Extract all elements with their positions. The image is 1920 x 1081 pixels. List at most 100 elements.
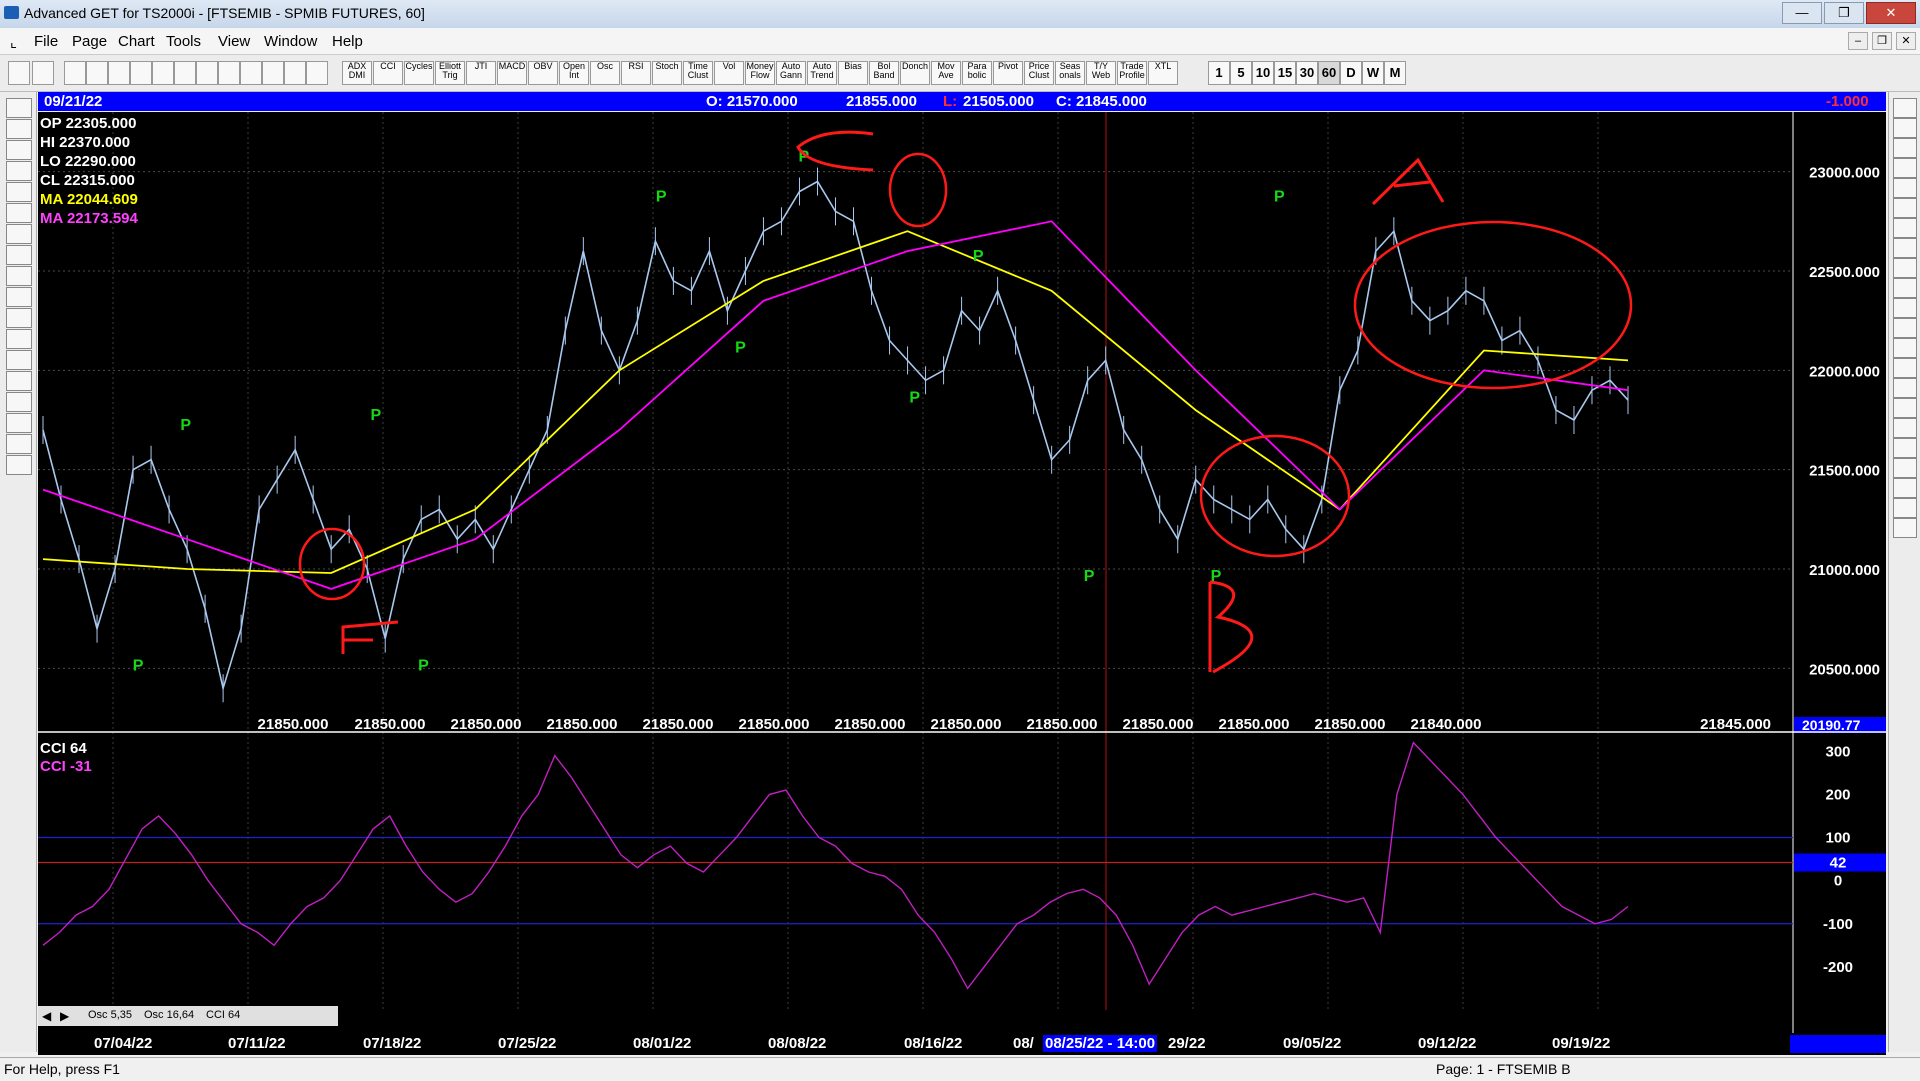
tool-cci-button[interactable]: CCI [373,61,403,85]
right-tool-10[interactable] [1893,298,1917,318]
right-tool-11[interactable] [1893,318,1917,338]
period-15-button[interactable]: 15 [1274,61,1296,85]
tool-seas-onals-button[interactable]: Seas onals [1055,61,1085,85]
chart-area[interactable]: 23000.000 22500.000 22000.000 21500.000 2100… [38,112,1886,1033]
tool-vol-button[interactable]: Vol [714,61,744,85]
toolbar-file-icon-8[interactable] [240,61,262,85]
left-tool-9[interactable] [6,287,32,307]
left-tool-14[interactable] [6,392,32,412]
right-tool-16[interactable] [1893,418,1917,438]
left-tool-10[interactable] [6,308,32,328]
period-5-button[interactable]: 5 [1230,61,1252,85]
left-tool-2[interactable] [6,140,32,160]
toolbar-file-icon-4[interactable] [152,61,174,85]
tool-t-y-web-button[interactable]: T/Y Web [1086,61,1116,85]
tab-next-arrow[interactable]: ▶ [60,1009,69,1023]
left-tool-3[interactable] [6,161,32,181]
tool-bol-band-button[interactable]: Bol Band [869,61,899,85]
mdi-close-button[interactable]: ✕ [1896,32,1916,50]
right-tool-0[interactable] [1893,98,1917,118]
menu-help[interactable]: Help [332,33,363,50]
period-m-button[interactable]: M [1384,61,1406,85]
menu-file[interactable]: File [34,33,58,50]
mdi-restore-button[interactable]: ❐ [1872,32,1892,50]
tab-cci-64[interactable]: CCI 64 [206,1009,240,1021]
doc-icon[interactable]: ⌞ [10,33,17,51]
tool-rsi-button[interactable]: RSI [621,61,651,85]
right-tool-13[interactable] [1893,358,1917,378]
tool-price-clust-button[interactable]: Price Clust [1024,61,1054,85]
period-60-button[interactable]: 60 [1318,61,1340,85]
menu-view[interactable]: View [218,33,250,50]
tool-jti-button[interactable]: JTI [466,61,496,85]
right-tool-2[interactable] [1893,138,1917,158]
left-tool-7[interactable] [6,245,32,265]
tool-trade-profile-button[interactable]: Trade Profile [1117,61,1147,85]
toolbar-file-icon-10[interactable] [284,61,306,85]
period-d-button[interactable]: D [1340,61,1362,85]
menu-window[interactable]: Window [264,33,317,50]
maximize-button[interactable]: ❐ [1824,2,1864,24]
right-tool-3[interactable] [1893,158,1917,178]
toolbar-icon-1[interactable] [32,61,54,85]
right-tool-5[interactable] [1893,198,1917,218]
toolbar-icon-0[interactable] [8,61,30,85]
left-tool-5[interactable] [6,203,32,223]
tool-pivot-button[interactable]: Pivot [993,61,1023,85]
period-w-button[interactable]: W [1362,61,1384,85]
right-tool-9[interactable] [1893,278,1917,298]
tool-auto-trend-button[interactable]: Auto Trend [807,61,837,85]
left-tool-12[interactable] [6,350,32,370]
tool-xtl-button[interactable]: XTL [1148,61,1178,85]
toolbar-file-icon-11[interactable] [306,61,328,85]
tab-osc-16-64[interactable]: Osc 16,64 [144,1009,194,1021]
menu-page[interactable]: Page [72,33,107,50]
tool-auto-gann-button[interactable]: Auto Gann [776,61,806,85]
tool-obv-button[interactable]: OBV [528,61,558,85]
toolbar-file-icon-5[interactable] [174,61,196,85]
mdi-minimize-button[interactable]: – [1848,32,1868,50]
left-tool-0[interactable] [6,98,32,118]
minimize-button[interactable]: — [1782,2,1822,24]
right-tool-17[interactable] [1893,438,1917,458]
tool-macd-button[interactable]: MACD [497,61,527,85]
toolbar-file-icon-1[interactable] [86,61,108,85]
right-tool-15[interactable] [1893,398,1917,418]
period-30-button[interactable]: 30 [1296,61,1318,85]
tool-time-clust-button[interactable]: Time Clust [683,61,713,85]
right-tool-6[interactable] [1893,218,1917,238]
right-tool-21[interactable] [1893,518,1917,538]
tool-bias-button[interactable]: Bias [838,61,868,85]
tool-money-flow-button[interactable]: Money Flow [745,61,775,85]
menu-chart[interactable]: Chart [118,33,155,50]
tab-prev-arrow[interactable]: ◀ [42,1009,51,1023]
toolbar-file-icon-3[interactable] [130,61,152,85]
right-tool-12[interactable] [1893,338,1917,358]
left-tool-17[interactable] [6,455,32,475]
toolbar-file-icon-9[interactable] [262,61,284,85]
left-tool-4[interactable] [6,182,32,202]
tool-open-int-button[interactable]: Open Int [559,61,589,85]
left-tool-15[interactable] [6,413,32,433]
tool-cycles-button[interactable]: Cycles [404,61,434,85]
left-tool-13[interactable] [6,371,32,391]
toolbar-file-icon-7[interactable] [218,61,240,85]
left-tool-6[interactable] [6,224,32,244]
right-tool-20[interactable] [1893,498,1917,518]
left-tool-16[interactable] [6,434,32,454]
tool-para-bolic-button[interactable]: Para bolic [962,61,992,85]
tool-elliott-trig-button[interactable]: Elliott Trig [435,61,465,85]
period-1-button[interactable]: 1 [1208,61,1230,85]
left-tool-8[interactable] [6,266,32,286]
left-tool-11[interactable] [6,329,32,349]
close-button[interactable]: ✕ [1866,2,1916,24]
left-tool-1[interactable] [6,119,32,139]
right-tool-7[interactable] [1893,238,1917,258]
right-tool-14[interactable] [1893,378,1917,398]
tool-adx-dmi-button[interactable]: ADX DMI [342,61,372,85]
right-tool-19[interactable] [1893,478,1917,498]
tool-mov-ave-button[interactable]: Mov Ave [931,61,961,85]
tab-osc-5-35[interactable]: Osc 5,35 [88,1009,132,1021]
price-chart[interactable]: 23000.000 22500.000 22000.000 21500.000 2100… [38,112,1886,1033]
tool-stoch-button[interactable]: Stoch [652,61,682,85]
